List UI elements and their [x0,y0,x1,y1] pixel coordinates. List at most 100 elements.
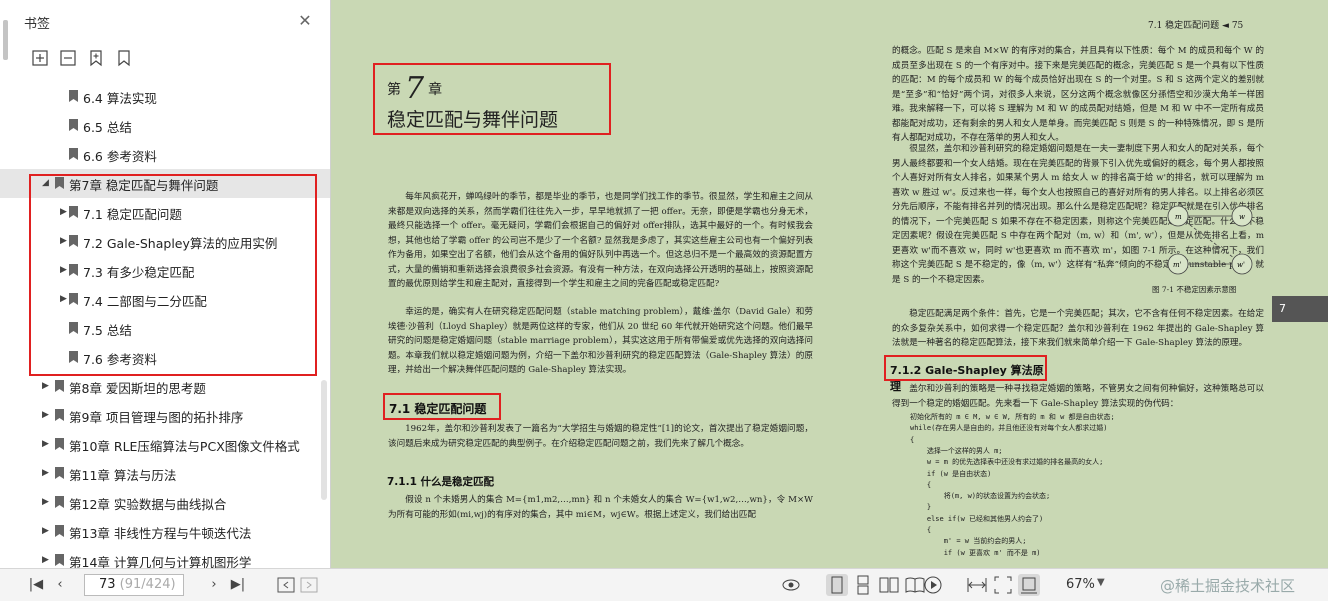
bookmark-ribbon-icon [55,525,64,537]
bookmark-item[interactable]: ▶ 第8章 爱因斯坦的思考题 [0,372,330,401]
bookmark-ribbon-icon [55,438,64,450]
bookmark-ribbon-icon [69,322,78,334]
figure-label-m-prime: m' [1173,261,1182,269]
bookmark-label: 第7章 稳定匹配与舞伴问题 [69,178,219,193]
bookmark-item[interactable]: ▶ 7.4 二部图与二分匹配 [0,285,330,314]
pseudocode-line: { [910,526,932,534]
back-view-icon[interactable] [275,574,297,596]
add-bookmark-icon[interactable] [86,48,106,68]
chapter-title: 稳定匹配与舞伴问题 [387,109,559,131]
bookmark-ribbon-icon [55,409,64,421]
bookmark-item[interactable]: 7.5 总结 [0,314,330,343]
pseudocode-line: else if(w 已经和其他男人约会了) [910,514,1044,523]
bookmark-item[interactable]: 6.5 总结 [0,111,330,140]
bookmark-ribbon-icon [69,148,78,160]
collapsed-arrow-icon[interactable]: ▶ [42,497,50,507]
bookmark-label: 7.5 总结 [83,323,132,338]
bookmark-ribbon-icon [69,351,78,363]
zoom-level[interactable]: 67% [1066,577,1095,592]
bookmark-label: 7.2 Gale-Shapley算法的应用实例 [83,236,278,251]
last-page-icon[interactable]: ▶| [228,575,248,595]
bookmark-ribbon-icon [69,90,78,102]
actual-size-icon[interactable] [1018,574,1040,596]
bookmark-label: 7.3 有多少稳定匹配 [83,265,195,280]
bookmark-item[interactable]: ▶ 第11章 算法与历法 [0,459,330,488]
zoom-dropdown-icon[interactable]: ▼ [1097,577,1105,588]
collapsed-arrow-icon[interactable]: ▶ [60,207,68,217]
bookmarks-title: 书签 [24,17,51,32]
bookmark-label: 第8章 爱因斯坦的思考题 [69,381,206,396]
page-total: (91/424) [115,577,176,592]
bookmark-item[interactable]: ▶ 7.1 稳定匹配问题 [0,198,330,227]
bookmark-item[interactable]: ▶ 7.2 Gale-Shapley算法的应用实例 [0,227,330,256]
bookmark-item[interactable]: ◢ 第7章 稳定匹配与舞伴问题 [0,169,330,198]
eye-protection-icon[interactable] [780,574,802,596]
fit-width-icon[interactable] [966,574,988,596]
pseudocode-line: 将(m, w)的状态设置为约会状态; [910,492,1051,501]
single-page-icon[interactable] [826,574,848,596]
bookmark-ribbon-icon [69,264,78,276]
figure-label-m: m [1175,213,1182,221]
bookmark-item[interactable]: 7.6 参考资料 [0,343,330,372]
collapsed-arrow-icon[interactable]: ▶ [42,439,50,449]
current-page-number: 73 [99,577,116,592]
pseudocode-line: 选择一个这样的男人 m; [910,446,1003,455]
bookmark-item[interactable]: ▶ 第13章 非线性方程与牛顿迭代法 [0,517,330,546]
chapter-heading-box: 第7章 稳定匹配与舞伴问题 [373,63,611,135]
continuous-page-icon[interactable] [852,574,874,596]
pseudocode-line: 初始化所有的 m ∈ M, w ∈ W, 所有的 m 和 w 都是自由状态; [910,413,1115,421]
collapsed-arrow-icon[interactable]: ▶ [42,526,50,536]
bookmark-item[interactable]: 6.4 算法实现 [0,82,330,111]
play-icon[interactable] [922,574,944,596]
collapsed-arrow-icon[interactable]: ▶ [42,381,50,391]
section-heading-box: 7.1 稳定匹配问题 [383,393,501,420]
bookmark-item[interactable]: ▶ 第9章 项目管理与图的拓扑排序 [0,401,330,430]
chapter-suffix: 章 [428,82,443,98]
close-icon[interactable]: ✕ [296,12,314,30]
chapter-number: 第7章 [387,71,442,106]
bookmark-ribbon-icon [55,554,64,566]
collapsed-arrow-icon[interactable]: ▶ [42,555,50,565]
intro-paragraph: 每年风疯花开，蝉鸣绿叶的季节，都是毕业的季节，也是同学们找工作的季节。很显然，学… [388,192,813,289]
bookmark-item[interactable]: ▶ 7.3 有多少稳定匹配 [0,256,330,285]
bookmarks-toolbar [0,44,330,72]
fit-page-icon[interactable] [992,574,1014,596]
first-page-icon[interactable]: |◀ [26,575,46,595]
pseudocode-line: { [910,480,932,489]
collapsed-arrow-icon[interactable]: ▶ [42,468,50,478]
pseudocode-line: if (w 是自由状态) [910,469,992,478]
bookmark-label: 第11章 算法与历法 [69,468,177,483]
bookmark-item[interactable]: ▶ 第10章 RLE压缩算法与PCX图像文件格式 [0,430,330,459]
forward-view-icon[interactable] [298,574,320,596]
bookmark-label: 第10章 RLE压缩算法与PCX图像文件格式 [69,439,300,454]
bookmark-item[interactable]: 6.6 参考资料 [0,140,330,169]
next-page-icon[interactable]: › [204,575,224,595]
bottom-toolbar: |◀ ‹ 73 (91/424) › ▶| 67% ▼ @稀土掘金技术社区 [0,568,1328,601]
collapse-bookmarks-icon[interactable] [58,48,78,68]
bookmark-ribbon-icon [69,206,78,218]
bookmark-label: 7.4 二部图与二分匹配 [83,294,207,309]
background-paragraph: 幸运的是，确实有人在研究稳定匹配问题（stable matching probl… [388,307,813,375]
collapsed-arrow-icon[interactable]: ▶ [60,294,68,304]
bookmark-label: 7.6 参考资料 [83,352,157,367]
page-number-input[interactable]: 73 (91/424) [84,574,184,596]
pseudocode-line: if (w 更喜欢 m' 而不是 m) [910,548,1041,557]
collapsed-arrow-icon[interactable]: ▶ [60,265,68,275]
section-title-7-1: 7.1 稳定匹配问题 [389,402,487,416]
bookmark-ribbon-icon [69,235,78,247]
expand-bookmarks-icon[interactable] [30,48,50,68]
prev-page-icon[interactable]: ‹ [50,575,70,595]
bookmark-label: 7.1 稳定匹配问题 [83,207,182,222]
collapsed-arrow-icon[interactable]: ▶ [60,236,68,246]
figure-label-w: w [1239,213,1245,221]
subsection-title-7-1-2: 7.1.2 Gale-Shapley 算法原理 [890,364,1044,393]
bookmark-label: 第9章 项目管理与图的拓扑排序 [69,410,244,425]
bookmark-label: 6.6 参考资料 [83,149,157,164]
bookmark-label: 6.5 总结 [83,120,132,135]
collapsed-arrow-icon[interactable]: ▶ [42,410,50,420]
bookmark-icon[interactable] [114,48,134,68]
expanded-arrow-icon[interactable]: ◢ [42,178,50,188]
bookmark-list-scrollbar[interactable] [321,380,327,500]
bookmark-item[interactable]: ▶ 第12章 实验数据与曲线拟合 [0,488,330,517]
double-page-icon[interactable] [878,574,900,596]
